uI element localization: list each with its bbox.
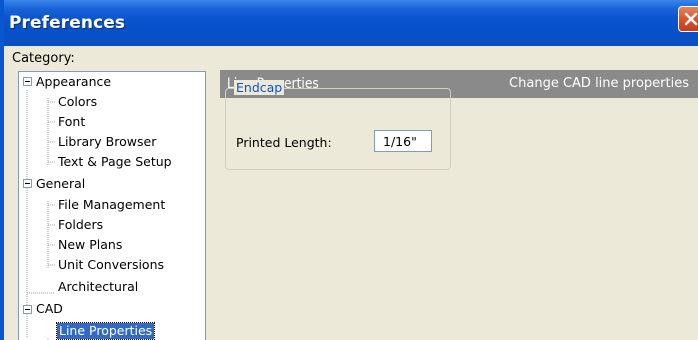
printed-length-input[interactable]: 1/16" (374, 130, 432, 152)
tree-item-general[interactable]: General (36, 176, 85, 192)
tree-item-cad[interactable]: CAD (36, 301, 63, 317)
tree-item-line-properties[interactable]: Line Properties (55, 322, 156, 340)
preferences-window: Preferences Category: Appearance Colors … (0, 0, 698, 340)
endcap-legend: Endcap (234, 80, 285, 95)
title-bar[interactable]: Preferences (0, 0, 698, 46)
tree-item-colors[interactable]: Colors (58, 94, 97, 110)
tree-item-appearance[interactable]: Appearance (36, 74, 111, 90)
tree-item-font[interactable]: Font (58, 114, 85, 130)
panel-description: Change CAD line properties (509, 76, 689, 91)
expand-collapse-cad-icon[interactable] (23, 305, 32, 314)
category-label: Category: (12, 51, 75, 66)
tree-item-architectural[interactable]: Architectural (58, 279, 138, 295)
printed-length-label: Printed Length: (236, 135, 332, 150)
category-tree[interactable]: Appearance Colors Font Library Browser T… (18, 71, 206, 340)
window-title: Preferences (9, 13, 126, 33)
tree-item-file-management[interactable]: File Management (58, 197, 165, 213)
tree-item-folders[interactable]: Folders (58, 217, 103, 233)
close-icon (684, 12, 698, 26)
expand-collapse-general-icon[interactable] (23, 179, 32, 188)
tree-item-text-page-setup[interactable]: Text & Page Setup (58, 154, 172, 170)
endcap-groupbox (225, 88, 451, 170)
close-button[interactable] (678, 6, 698, 32)
tree-item-library-browser[interactable]: Library Browser (58, 134, 156, 150)
tree-item-unit-conversions[interactable]: Unit Conversions (58, 257, 164, 273)
expand-collapse-appearance-icon[interactable] (23, 77, 32, 86)
dialog-body: Category: Appearance Colors Font Library… (4, 46, 698, 340)
tree-item-new-plans[interactable]: New Plans (58, 237, 122, 253)
